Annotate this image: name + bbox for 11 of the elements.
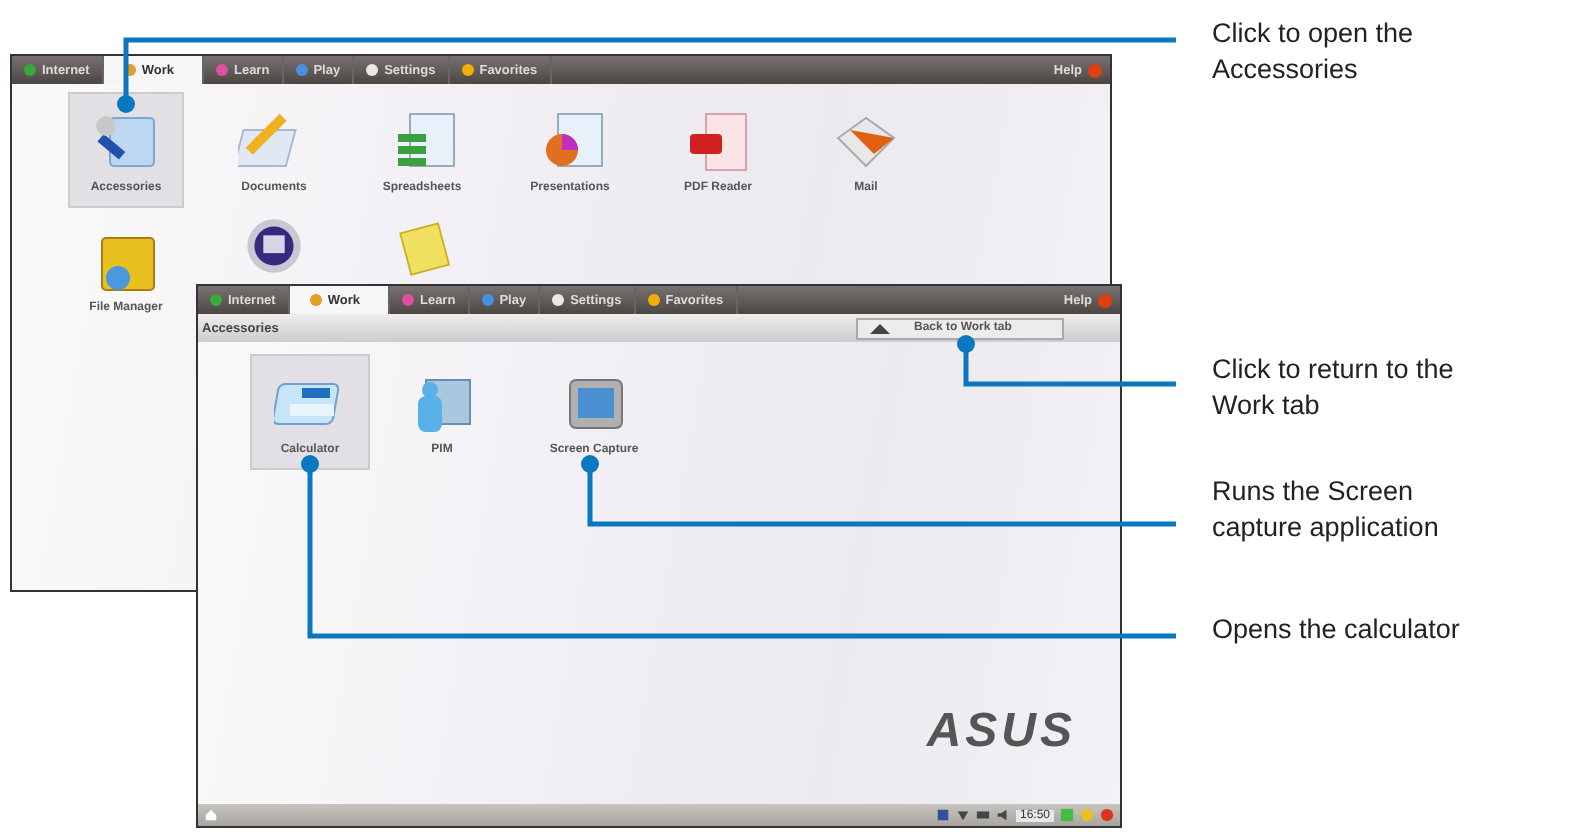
callout-text: Runs the Screen capture application [1212, 474, 1441, 546]
callout-text: Click to open the Accessories [1212, 16, 1416, 88]
speaker-icon[interactable] [995, 808, 1010, 822]
logo: ASUS [926, 704, 1076, 760]
home-icon[interactable] [204, 808, 218, 822]
callout-text: Click to return to the Work tab [1212, 352, 1456, 424]
callout-text: Opens the calculator [1212, 612, 1462, 648]
battery-icon[interactable] [975, 808, 990, 822]
up-triangle-icon [870, 323, 890, 333]
help-icon [1088, 63, 1102, 77]
help-icon [1098, 293, 1112, 307]
